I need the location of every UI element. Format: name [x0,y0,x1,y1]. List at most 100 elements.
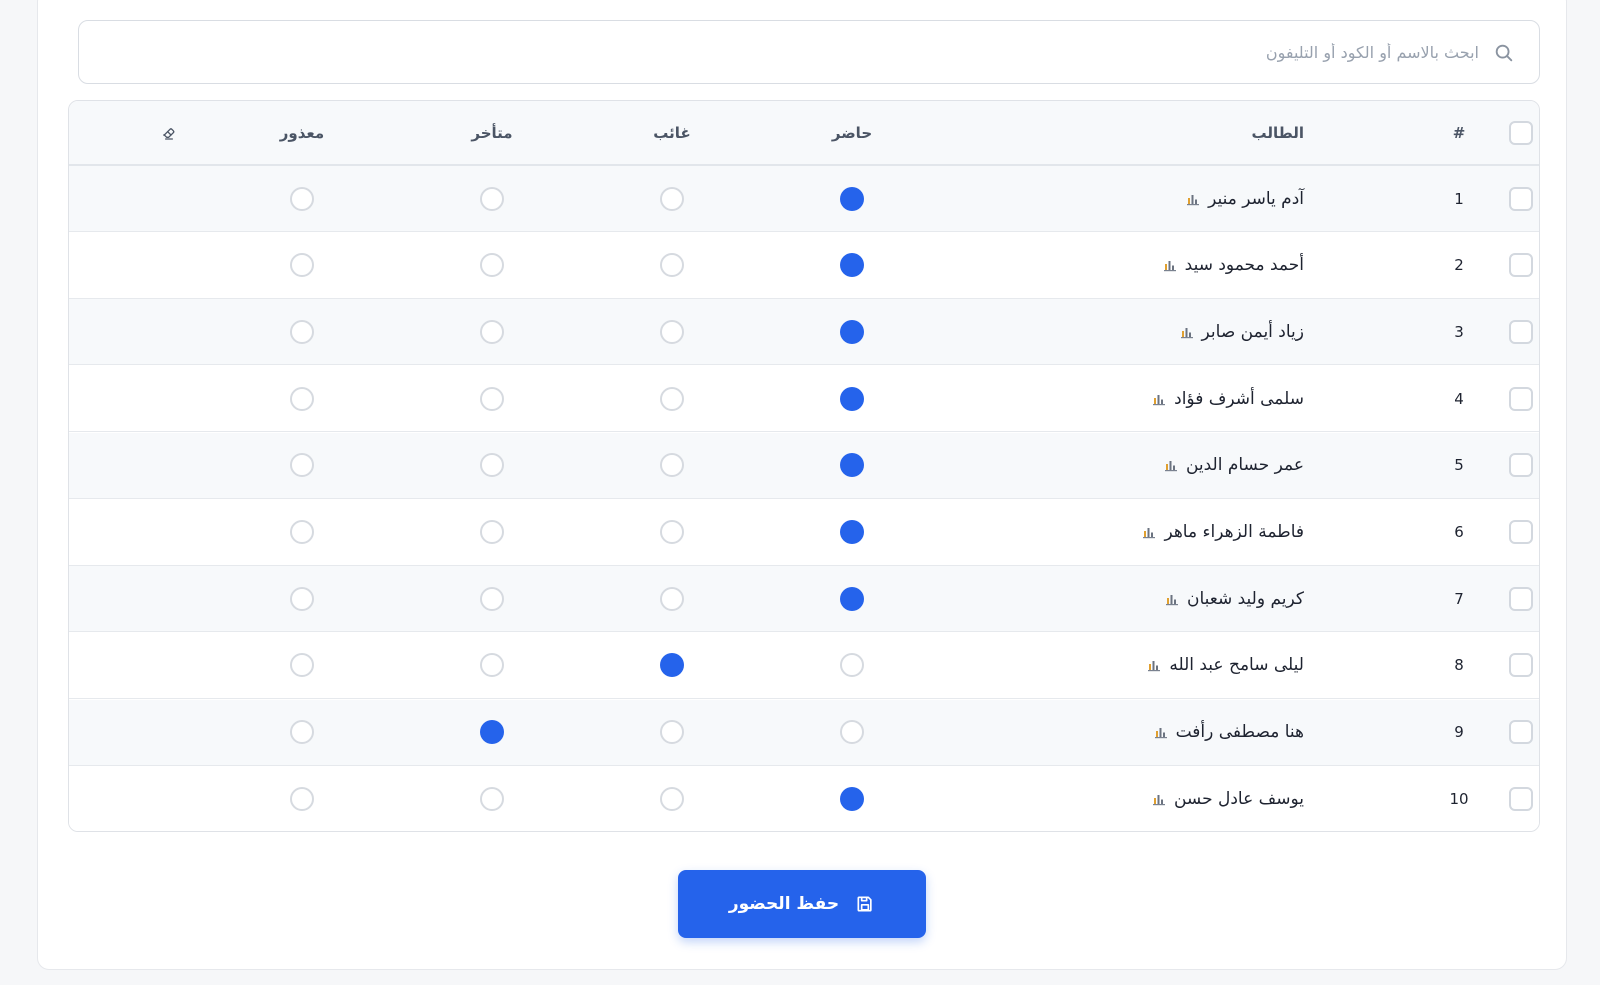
late-radio[interactable] [480,386,504,411]
late-radio[interactable] [480,186,504,211]
absent-radio[interactable] [660,653,684,678]
absent-radio[interactable] [660,720,684,745]
row-number: 9 [1454,723,1464,742]
late-radio[interactable] [480,453,504,478]
row-select-cell [1491,366,1539,431]
student-name-cell: أحمد محمود سيد [1163,233,1304,298]
absent-radio[interactable] [660,787,684,812]
excused-radio[interactable] [290,787,314,812]
table-row: 9 هنا مصطفى رأفت [69,699,1539,766]
late-cell [462,633,522,698]
excused-radio[interactable] [290,653,314,678]
late-radio[interactable] [480,319,504,344]
absent-radio[interactable] [660,386,684,411]
present-radio[interactable] [840,453,864,478]
select-all-checkbox[interactable] [1509,120,1533,145]
excused-cell [272,433,332,498]
row-checkbox[interactable] [1509,253,1533,278]
table-row: 5 عمر حسام الدين [69,432,1539,499]
bar-chart-icon[interactable] [1186,192,1200,206]
present-cell [822,433,882,498]
header-student: الطالب [1251,123,1304,142]
student-name: سلمى أشرف فؤاد [1174,388,1304,409]
excused-cell [272,366,332,431]
student-name-cell: زياد أيمن صابر [1180,299,1304,364]
absent-radio[interactable] [660,586,684,611]
bar-chart-icon[interactable] [1180,325,1194,339]
present-radio[interactable] [840,186,864,211]
late-radio[interactable] [480,253,504,278]
bar-chart-icon[interactable] [1163,258,1177,272]
absent-cell [642,633,702,698]
bar-chart-icon[interactable] [1165,592,1179,606]
row-number: 5 [1454,456,1464,475]
absent-radio[interactable] [660,186,684,211]
row-number: 1 [1454,189,1464,208]
present-radio[interactable] [840,720,864,745]
student-name-cell: كريم وليد شعبان [1165,566,1304,631]
excused-radio[interactable] [290,586,314,611]
row-checkbox[interactable] [1509,319,1533,344]
present-radio[interactable] [840,653,864,678]
absent-radio[interactable] [660,453,684,478]
row-select-cell [1491,766,1539,831]
row-checkbox[interactable] [1509,586,1533,611]
excused-radio[interactable] [290,453,314,478]
row-select-cell [1491,566,1539,631]
table-row: 3 زياد أيمن صابر [69,299,1539,366]
present-radio[interactable] [840,520,864,544]
absent-radio[interactable] [660,520,684,544]
bar-chart-icon[interactable] [1152,392,1166,406]
excused-radio[interactable] [290,520,314,544]
present-radio[interactable] [840,386,864,411]
excused-radio[interactable] [290,386,314,411]
late-radio[interactable] [480,720,504,745]
table-row: 4 سلمى أشرف فؤاد [69,366,1539,433]
header-absent: غائب [653,123,691,142]
row-checkbox[interactable] [1509,787,1533,812]
row-number: 10 [1449,790,1469,809]
excused-cell [272,633,332,698]
present-radio[interactable] [840,253,864,278]
excused-radio[interactable] [290,319,314,344]
absent-radio[interactable] [660,319,684,344]
bar-chart-icon[interactable] [1164,458,1178,472]
present-radio[interactable] [840,787,864,812]
student-name: عمر حسام الدين [1185,455,1304,476]
bar-chart-icon[interactable] [1154,725,1168,739]
bar-chart-icon[interactable] [1142,525,1156,539]
search-input[interactable] [99,21,1479,83]
row-checkbox[interactable] [1509,653,1533,678]
clear-all-button[interactable] [154,101,184,164]
late-cell [462,700,522,765]
late-radio[interactable] [480,653,504,678]
excused-radio[interactable] [290,720,314,745]
row-checkbox[interactable] [1509,186,1533,211]
excused-radio[interactable] [290,253,314,278]
bar-chart-icon[interactable] [1152,792,1166,806]
late-cell [462,299,522,364]
excused-cell [272,766,332,831]
attendance-table: # الطالب حاضر غائب متأخر معذور 1 آدم ياسر… [68,100,1540,832]
excused-radio[interactable] [290,186,314,211]
save-attendance-button[interactable]: حفظ الحضور [678,870,926,938]
late-radio[interactable] [480,586,504,611]
late-cell [462,433,522,498]
row-checkbox[interactable] [1509,720,1533,745]
late-radio[interactable] [480,520,504,544]
table-row: 10 يوسف عادل حسن [69,766,1539,831]
row-select-cell [1491,166,1539,231]
present-radio[interactable] [840,319,864,344]
absent-radio[interactable] [660,253,684,278]
row-checkbox[interactable] [1509,386,1533,411]
row-checkbox[interactable] [1509,453,1533,478]
row-number: 2 [1454,256,1464,275]
present-radio[interactable] [840,586,864,611]
bar-chart-icon[interactable] [1147,658,1161,672]
row-number: 3 [1454,322,1464,341]
student-name-cell: ليلى سامح عبد الله [1147,633,1304,698]
late-radio[interactable] [480,787,504,812]
excused-cell [272,500,332,565]
student-name: فاطمة الزهراء ماهر [1164,522,1304,542]
row-checkbox[interactable] [1509,520,1533,544]
